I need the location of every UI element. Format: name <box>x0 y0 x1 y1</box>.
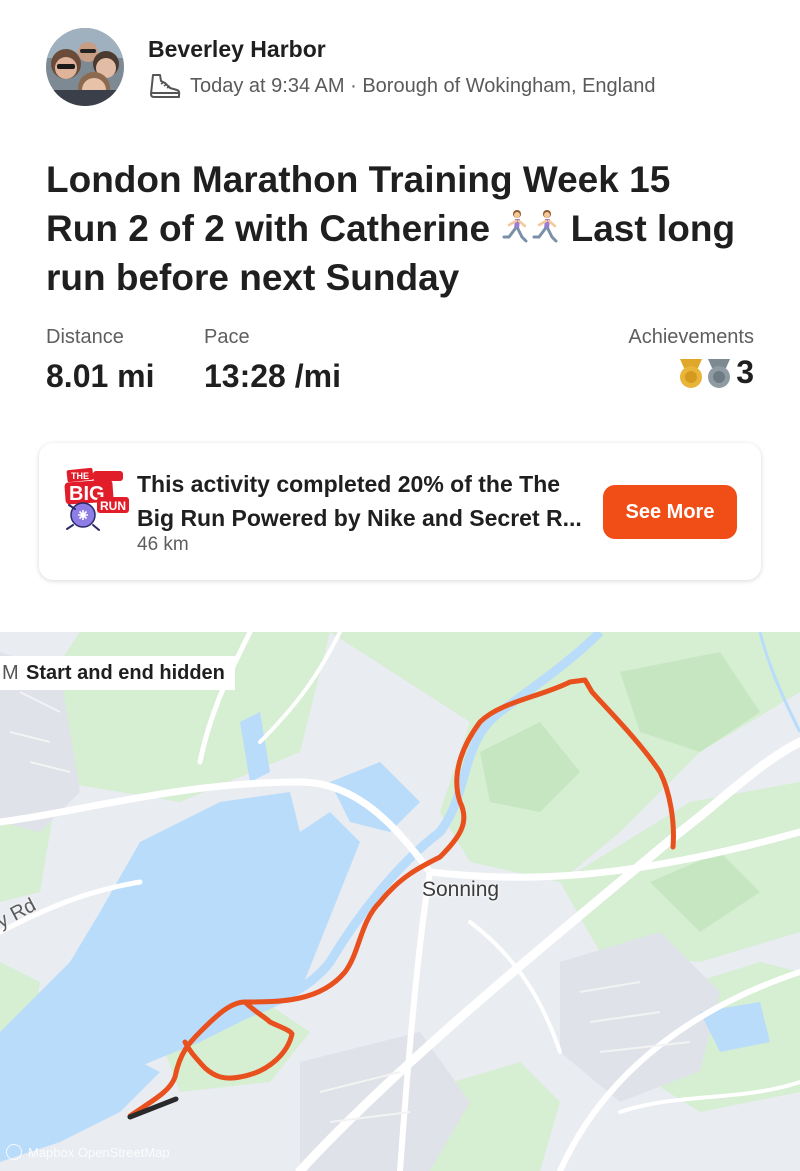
distance-value: 8.01 mi <box>46 358 155 394</box>
achievements-summary[interactable]: 3 <box>676 354 754 391</box>
privacy-label: Start and end hidden <box>26 661 225 684</box>
map-canvas <box>0 632 800 1171</box>
challenge-description: This activity completed 20% of the The B… <box>137 467 599 535</box>
place-label-sonning: Sonning <box>422 878 500 901</box>
activity-title[interactable]: London Marathon Training Week 15 Run 2 o… <box>46 155 746 302</box>
activity-time: Today at 9:34 AM <box>190 74 345 97</box>
pace-stat: Pace 13:28 /mi <box>204 326 341 395</box>
achievements-label: Achievements <box>628 326 754 348</box>
woman-running-emoji-icon <box>532 210 558 243</box>
logo-the-text: THE <box>71 471 89 481</box>
mapbox-info-icon[interactable] <box>6 1144 22 1160</box>
athlete-name[interactable]: Beverley Harbor <box>148 36 326 63</box>
meta-separator: · <box>344 74 363 97</box>
distance-stat: Distance 8.01 mi <box>46 326 155 395</box>
activity-header: Beverley Harbor Today at 9:34 AM · Borou… <box>46 28 766 108</box>
big-run-challenge-logo: THE BIG RUN <box>64 467 129 531</box>
silver-medal-icon <box>708 358 731 388</box>
athlete-avatar[interactable] <box>46 28 124 106</box>
see-more-button[interactable]: See More <box>603 485 737 539</box>
activity-meta: Today at 9:34 AM · Borough of Wokingham,… <box>148 72 655 100</box>
challenge-line-1: This activity completed 20% of the The <box>137 471 561 497</box>
map-attribution[interactable]: Mapbox OpenStreetMap <box>6 1144 170 1160</box>
challenge-distance: 46 km <box>137 534 189 555</box>
challenge-card[interactable]: THE BIG RUN This activity completed 20% … <box>39 443 761 580</box>
map-edge-letter: M <box>2 661 19 684</box>
pace-value: 13:28 /mi <box>204 358 341 394</box>
running-shoe-icon <box>150 74 181 98</box>
gold-medal-icon <box>680 358 703 388</box>
attribution-text: Mapbox OpenStreetMap <box>28 1144 170 1160</box>
logo-run-text: RUN <box>100 499 126 513</box>
challenge-line-2: Big Run Powered by Nike and Secret R... <box>137 505 582 531</box>
privacy-badge: M Start and end hidden <box>0 656 235 690</box>
activity-location: Borough of Wokingham, England <box>362 74 656 97</box>
achievements-count: 3 <box>736 354 754 390</box>
woman-running-emoji-icon <box>502 210 528 243</box>
pace-label: Pace <box>204 326 250 348</box>
distance-label: Distance <box>46 326 124 348</box>
route-map[interactable]: M Start and end hidden Sonning ey Rd Mapb… <box>0 632 800 1171</box>
